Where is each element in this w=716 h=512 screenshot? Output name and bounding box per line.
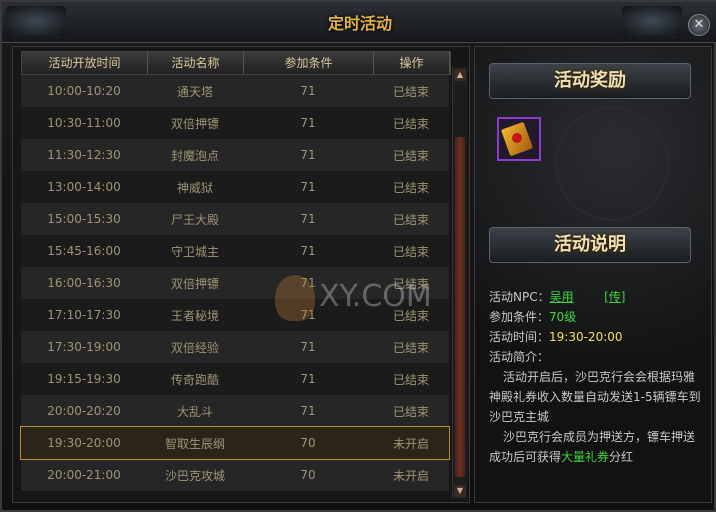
activity-description: 活动NPC：吴用 [传] 参加条件：70级 活动时间：19:30-20:00 活…	[489, 287, 704, 467]
row-time: 15:45-16:00	[47, 244, 121, 258]
scroll-down-icon[interactable]: ▼	[454, 485, 466, 497]
intro-label: 活动简介：	[489, 350, 550, 364]
row-time: 13:00-14:00	[47, 180, 121, 194]
header-condition[interactable]: 参加条件	[244, 52, 374, 74]
row-name: 双倍押镖	[170, 276, 219, 291]
info-banner-label: 活动说明	[554, 234, 626, 255]
npc-teleport-link[interactable]: [传]	[604, 290, 625, 304]
table-row[interactable]: 13:00-14:00 神威狱 71 已结束	[21, 171, 449, 203]
header-time[interactable]: 活动开放时间	[22, 52, 148, 74]
time-line: 活动时间：19:30-20:00	[489, 330, 623, 344]
row-status[interactable]: 已结束	[373, 243, 449, 260]
row-status[interactable]: 已结束	[373, 179, 449, 196]
table-header: 活动开放时间 活动名称 参加条件 操作	[21, 51, 451, 75]
row-name: 尸王大殿	[170, 212, 219, 227]
table-row[interactable]: 15:00-15:30 尸王大殿 71 已结束	[21, 203, 449, 235]
npc-name-link[interactable]: 吴用	[550, 290, 574, 304]
row-name: 封魔泡点	[170, 148, 219, 163]
row-time: 11:30-12:30	[47, 148, 121, 162]
row-time: 17:10-17:30	[47, 308, 121, 322]
row-time: 20:00-21:00	[47, 468, 121, 482]
schedule-panel: 活动开放时间 活动名称 参加条件 操作 10:00-10:20 通天塔 71 已结束 1…	[12, 46, 470, 503]
row-status[interactable]: 已结束	[373, 83, 449, 100]
row-time: 15:00-15:30	[47, 212, 121, 226]
row-condition: 71	[300, 244, 316, 258]
table-row[interactable]: 10:30-11:00 双倍押镖 71 已结束	[21, 107, 449, 139]
row-status[interactable]: 已结束	[373, 147, 449, 164]
row-condition: 71	[300, 148, 316, 162]
table-row[interactable]: 15:45-16:00 守卫城主 71 已结束	[21, 235, 449, 267]
seal-icon	[512, 133, 522, 143]
row-status[interactable]: 已结束	[373, 211, 449, 228]
row-name: 通天塔	[176, 84, 213, 99]
close-button[interactable]: ✕	[688, 14, 710, 36]
watermark: XY.COM	[275, 275, 475, 325]
row-time: 19:15-19:30	[47, 372, 121, 386]
row-condition: 71	[300, 372, 316, 386]
npc-line: 活动NPC：吴用 [传]	[489, 290, 626, 304]
row-name: 传奇跑酷	[170, 372, 219, 387]
row-condition: 70	[300, 468, 316, 482]
scroll-up-icon[interactable]: ▲	[454, 69, 466, 81]
condition-line: 参加条件：70级	[489, 310, 577, 324]
row-name: 神威狱	[176, 180, 213, 195]
row-status[interactable]: 已结束	[373, 339, 449, 356]
row-time: 10:00-10:20	[47, 84, 121, 98]
window-title: 定时活动	[327, 14, 392, 33]
row-status[interactable]: 未开启	[373, 435, 449, 452]
intro-paragraph-2: 沙巴克行会成员为押送方，镖车押送成功后可获得大量礼券分红	[489, 430, 696, 464]
reward-banner-label: 活动奖励	[554, 70, 626, 91]
owl-logo-icon	[275, 275, 315, 321]
reward-banner: 活动奖励	[489, 63, 691, 99]
table-row[interactable]: 17:30-19:00 双倍经验 71 已结束	[21, 331, 449, 363]
header-name[interactable]: 活动名称	[148, 52, 244, 74]
row-time: 20:00-20:20	[47, 404, 121, 418]
table-row[interactable]: 19:30-20:00 智取生辰纲 70 未开启	[20, 426, 450, 460]
row-condition: 71	[300, 340, 316, 354]
reward-item-slot[interactable]	[497, 117, 541, 161]
title-bar: 定时活动 ✕	[2, 2, 716, 43]
row-name: 王者秘境	[170, 308, 219, 323]
row-status[interactable]: 未开启	[373, 467, 449, 484]
table-row[interactable]: 20:00-21:00 沙巴克攻城 70 未开启	[21, 459, 449, 491]
table-row[interactable]: 11:30-12:30 封魔泡点 71 已结束	[21, 139, 449, 171]
row-time: 10:30-11:00	[47, 116, 121, 130]
row-condition: 71	[300, 84, 316, 98]
row-condition: 70	[300, 436, 316, 450]
table-row[interactable]: 10:00-10:20 通天塔 71 已结束	[21, 75, 449, 107]
table-row[interactable]: 19:15-19:30 传奇跑酷 71 已结束	[21, 363, 449, 395]
emblem-background-icon	[555, 107, 669, 221]
row-time: 19:30-20:00	[47, 436, 121, 450]
row-status[interactable]: 已结束	[373, 403, 449, 420]
row-name: 大乱斗	[176, 404, 213, 419]
watermark-text: XY.COM	[319, 279, 432, 314]
row-condition: 71	[300, 212, 316, 226]
row-condition: 71	[300, 180, 316, 194]
header-action[interactable]: 操作	[374, 52, 450, 74]
row-time: 17:30-19:00	[47, 340, 121, 354]
detail-panel: 活动奖励 活动说明 活动NPC：吴用 [传] 参加条件：70级 活动时间：19:…	[474, 46, 712, 503]
row-status[interactable]: 已结束	[373, 371, 449, 388]
row-name: 双倍经验	[170, 340, 219, 355]
row-name: 沙巴克攻城	[164, 468, 225, 483]
info-banner: 活动说明	[489, 227, 691, 263]
row-condition: 71	[300, 404, 316, 418]
row-name: 守卫城主	[170, 244, 219, 259]
row-time: 16:00-16:30	[47, 276, 121, 290]
row-status[interactable]: 已结束	[373, 115, 449, 132]
activity-window: 定时活动 ✕ 活动开放时间 活动名称 参加条件 操作 10:00-10:20 通天…	[0, 0, 716, 512]
row-name: 智取生辰纲	[164, 436, 225, 451]
table-row[interactable]: 20:00-20:20 大乱斗 71 已结束	[21, 395, 449, 427]
row-name: 双倍押镖	[170, 116, 219, 131]
intro-paragraph-1: 活动开启后，沙巴克行会会根据玛雅神殿礼券收入数量自动发送1-5辆镖车到沙巴克主城	[489, 370, 701, 424]
row-condition: 71	[300, 116, 316, 130]
